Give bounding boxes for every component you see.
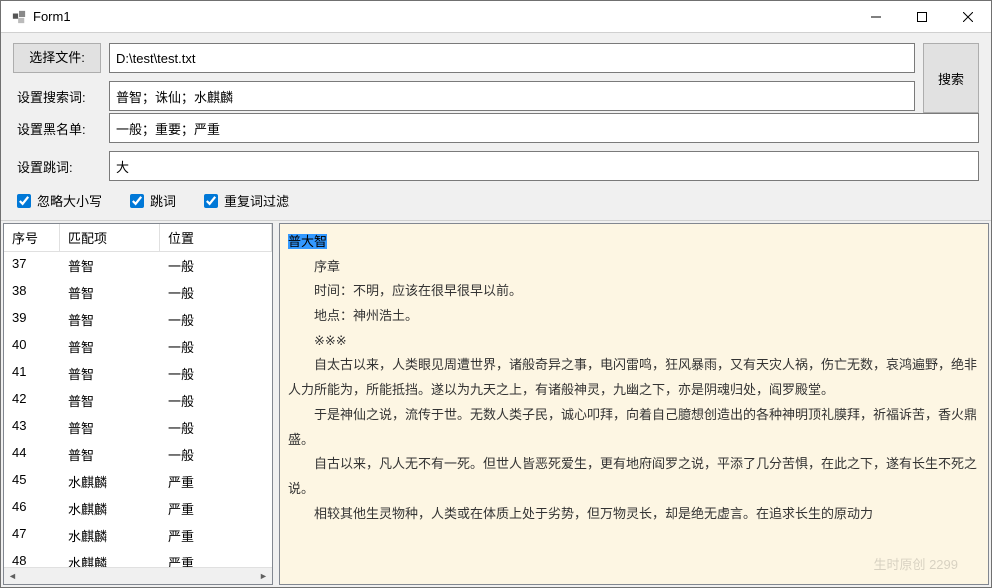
col-seq[interactable]: 序号 [4,224,60,251]
results-list: 序号 匹配项 位置 37普智一般38普智一般39普智一般40普智一般41普智一般… [3,223,273,585]
list-header: 序号 匹配项 位置 [4,224,272,252]
search-button-label: 搜索 [938,69,964,88]
cell-match: 普智 [60,441,160,468]
list-row[interactable]: 37普智一般 [4,252,272,279]
list-hscrollbar[interactable]: ◄ ► [4,567,272,584]
search-terms-input[interactable] [109,81,915,111]
cell-match: 水麒麟 [60,549,160,567]
skip-words-checkbox[interactable]: 跳词 [130,191,176,210]
cell-match: 水麒麟 [60,495,160,522]
cell-pos: 一般 [160,387,272,414]
search-terms-label: 设置搜索词: [13,87,101,106]
skip-words-input[interactable] [109,151,979,181]
cell-seq: 48 [4,549,60,567]
cell-match: 普智 [60,333,160,360]
split-pane: 序号 匹配项 位置 37普智一般38普智一般39普智一般40普智一般41普智一般… [1,220,991,587]
list-row[interactable]: 44普智一般 [4,441,272,468]
preview-line: 于是神仙之说，流传于世。无数人类子民，诚心叩拜，向着自己臆想创造出的各种神明顶礼… [288,403,980,452]
blacklist-label: 设置黑名单: [13,119,101,138]
cell-match: 普智 [60,360,160,387]
cell-seq: 44 [4,441,60,468]
scroll-left-icon[interactable]: ◄ [4,568,21,584]
skip-words-check-label: 跳词 [150,191,176,210]
minimize-button[interactable] [853,1,899,33]
cell-pos: 一般 [160,306,272,333]
list-row[interactable]: 38普智一般 [4,279,272,306]
cell-seq: 46 [4,495,60,522]
window-title: Form1 [33,9,853,24]
ignore-case-checkbox[interactable]: 忽略大小写 [17,191,102,210]
close-button[interactable] [945,1,991,33]
cell-pos: 一般 [160,279,272,306]
cell-pos: 严重 [160,495,272,522]
titlebar: Form1 [1,1,991,33]
cell-seq: 45 [4,468,60,495]
dedup-filter-label: 重复词过滤 [224,191,289,210]
list-row[interactable]: 39普智一般 [4,306,272,333]
watermark: 生时原创 2299 [873,553,958,578]
cell-seq: 41 [4,360,60,387]
cell-seq: 43 [4,414,60,441]
preview-line: 序章 [288,255,980,280]
highlight: 普大智 [288,234,327,249]
list-row[interactable]: 46水麒麟严重 [4,495,272,522]
cell-pos: 一般 [160,333,272,360]
cell-pos: 一般 [160,252,272,279]
preview-line: 地点：神州浩土。 [288,304,980,329]
col-match[interactable]: 匹配项 [60,224,160,251]
file-path-input[interactable] [109,43,915,73]
search-button[interactable]: 搜索 [923,43,979,113]
scroll-right-icon[interactable]: ► [255,568,272,584]
list-row[interactable]: 48水麒麟严重 [4,549,272,567]
text-preview[interactable]: 普大智 序章时间：不明，应该在很早很早以前。地点：神州浩土。※※※自太古以来，人… [279,223,989,585]
select-file-button[interactable]: 选择文件: [13,43,101,73]
cell-pos: 一般 [160,414,272,441]
cell-match: 水麒麟 [60,522,160,549]
cell-seq: 42 [4,387,60,414]
blacklist-input[interactable] [109,113,979,143]
cell-seq: 37 [4,252,60,279]
preview-line: 相较其他生灵物种，人类或在体质上处于劣势，但万物灵长，却是绝无虚言。在追求长生的… [288,502,980,527]
cell-pos: 严重 [160,522,272,549]
dedup-filter-checkbox[interactable]: 重复词过滤 [204,191,289,210]
cell-match: 普智 [60,306,160,333]
cell-pos: 一般 [160,441,272,468]
list-body[interactable]: 37普智一般38普智一般39普智一般40普智一般41普智一般42普智一般43普智… [4,252,272,567]
col-pos[interactable]: 位置 [160,224,272,251]
cell-seq: 39 [4,306,60,333]
app-icon [11,9,27,25]
maximize-button[interactable] [899,1,945,33]
cell-pos: 严重 [160,549,272,567]
inputs-panel: 选择文件: 设置搜索词: 搜索 [1,33,991,113]
preview-line: 自古以来，凡人无不有一死。但世人皆恶死爱生，更有地府阎罗之说，平添了几分苦惧，在… [288,452,980,501]
cell-match: 普智 [60,252,160,279]
cell-seq: 40 [4,333,60,360]
checkbox-row: 忽略大小写 跳词 重复词过滤 [1,181,991,220]
list-row[interactable]: 41普智一般 [4,360,272,387]
cell-seq: 47 [4,522,60,549]
cell-match: 水麒麟 [60,468,160,495]
window: Form1 选择文件: 设置搜索词: 搜索 设置黑名单: 设置跳词: 忽略大 [0,0,992,588]
preview-line: ※※※ [288,329,980,354]
cell-match: 普智 [60,279,160,306]
list-row[interactable]: 40普智一般 [4,333,272,360]
list-row[interactable]: 42普智一般 [4,387,272,414]
list-row[interactable]: 45水麒麟严重 [4,468,272,495]
cell-pos: 一般 [160,360,272,387]
preview-line: 时间：不明，应该在很早很早以前。 [288,279,980,304]
cell-pos: 严重 [160,468,272,495]
list-row[interactable]: 43普智一般 [4,414,272,441]
cell-match: 普智 [60,387,160,414]
list-row[interactable]: 47水麒麟严重 [4,522,272,549]
preview-line: 自太古以来，人类眼见周遭世界，诸般奇异之事，电闪雷鸣，狂风暴雨，又有天灾人祸，伤… [288,353,980,402]
skip-words-label: 设置跳词: [13,157,101,176]
cell-seq: 38 [4,279,60,306]
cell-match: 普智 [60,414,160,441]
ignore-case-label: 忽略大小写 [37,191,102,210]
